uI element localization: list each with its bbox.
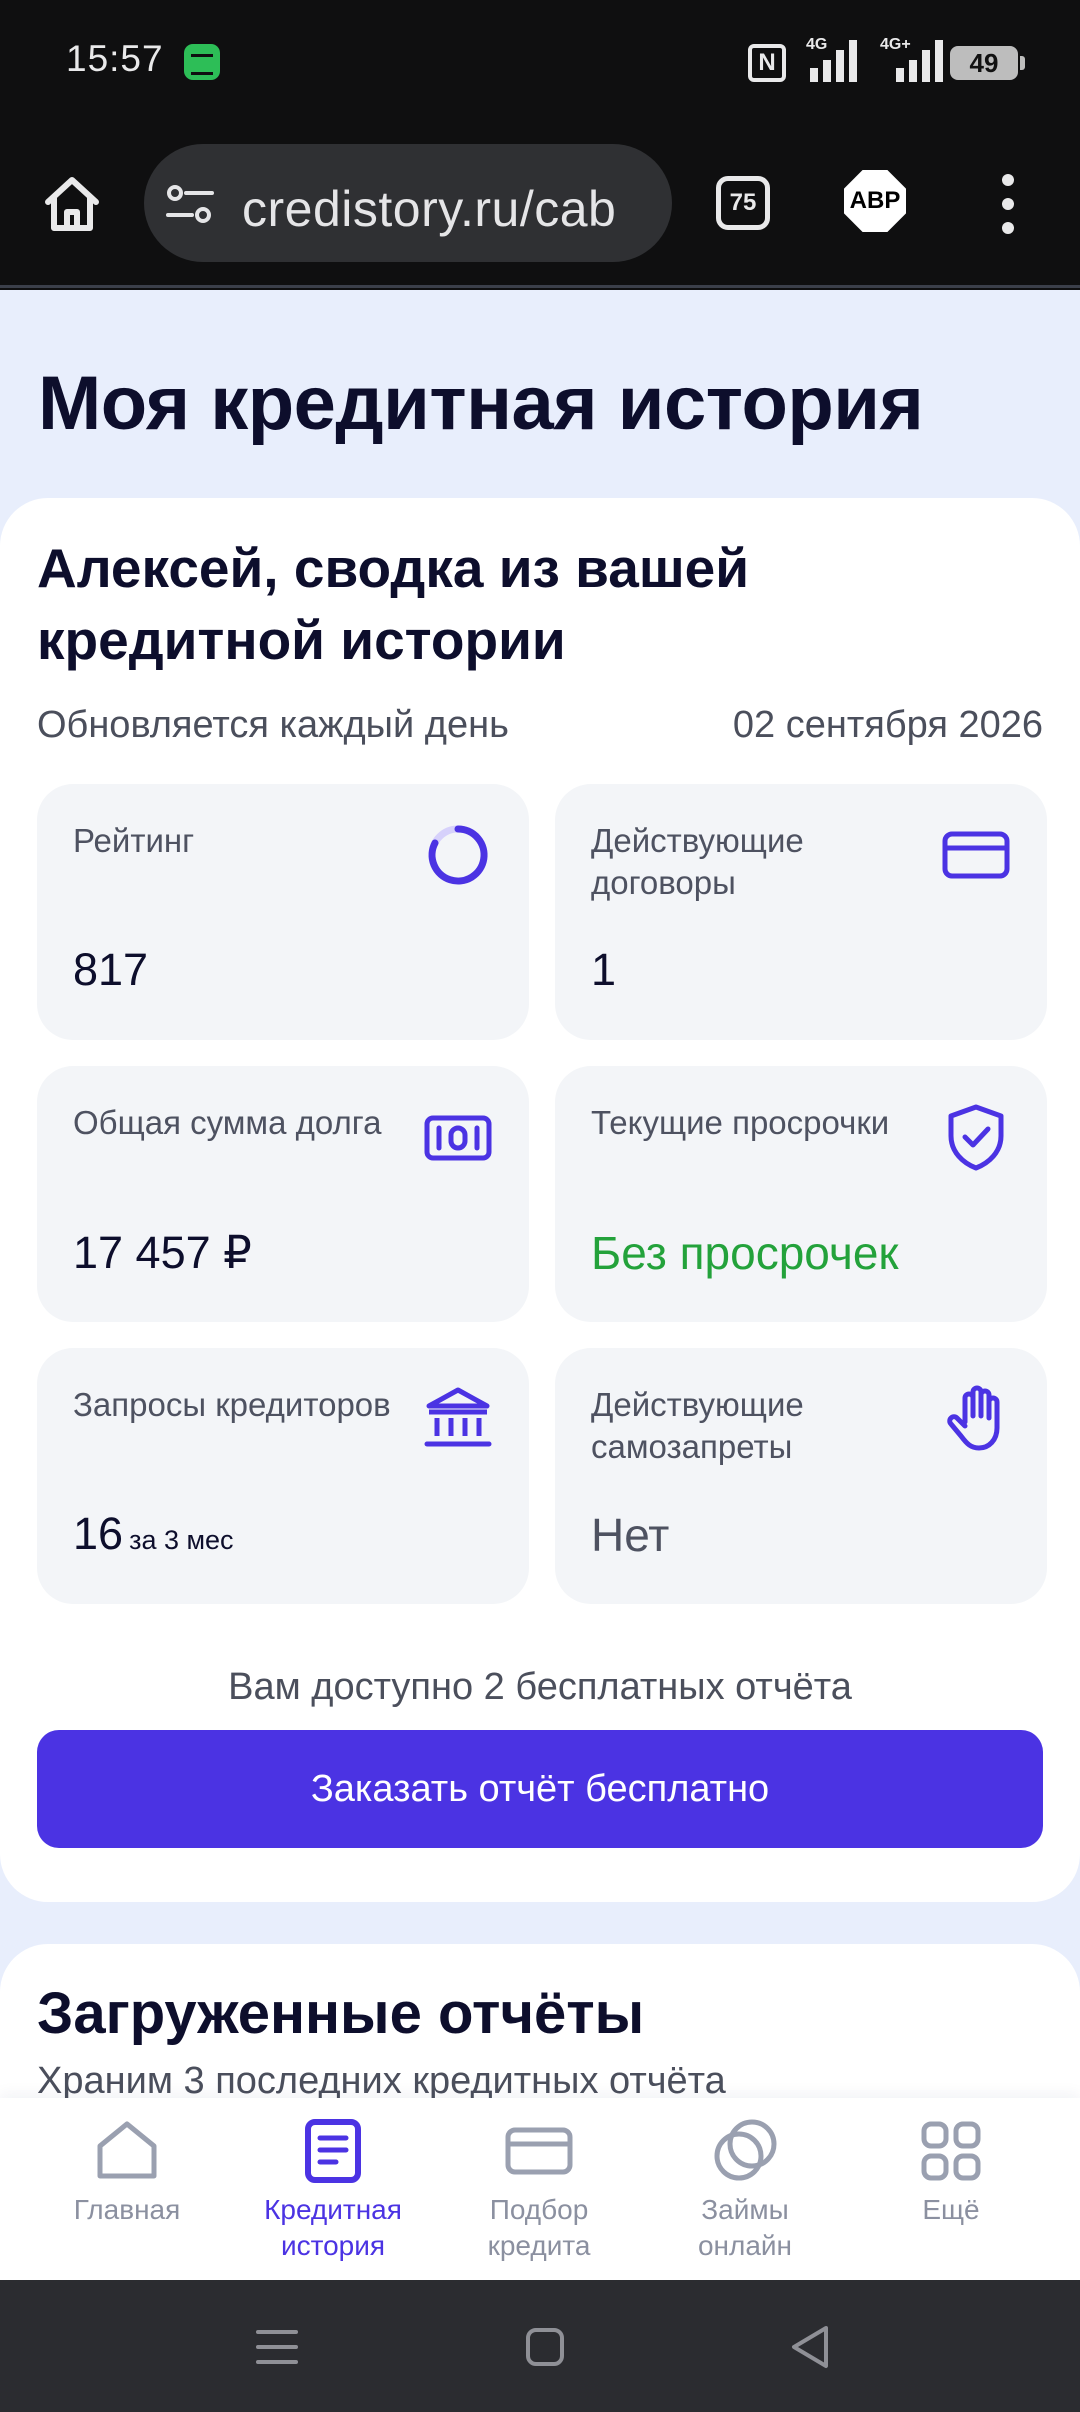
- site-settings-icon[interactable]: [166, 184, 214, 224]
- nav-label: Займы онлайн: [697, 2194, 793, 2261]
- uploaded-reports-subtitle: Храним 3 последних кредитных отчёта: [37, 2060, 726, 2102]
- recent-apps-icon[interactable]: [250, 2320, 304, 2374]
- page-title: Моя кредитная история: [38, 361, 924, 446]
- update-note: Обновляется каждый день: [37, 704, 509, 746]
- home-icon[interactable]: [40, 172, 104, 236]
- tile-creditor-requests[interactable]: Запросы кредиторов 16 за 3 мес: [37, 1348, 529, 1604]
- signal-icon-2: [896, 40, 943, 82]
- battery-icon: 49: [950, 46, 1025, 80]
- tile-value: 16 за 3 мес: [73, 1508, 234, 1559]
- address-bar[interactable]: credistory.ru/cab: [144, 144, 672, 262]
- tile-value: 1: [591, 944, 617, 995]
- money-icon: [424, 1115, 492, 1161]
- summary-card: Алексей, сводка из вашей кредитной истор…: [0, 498, 1080, 1902]
- bank-icon: [424, 1387, 492, 1447]
- tile-label: Запросы кредиторов: [73, 1386, 391, 1423]
- nav-item-credit-selection[interactable]: Подбор кредита: [436, 2116, 642, 2276]
- tile-overdue[interactable]: Текущие просрочки Без просрочек: [555, 1066, 1047, 1322]
- page-content: Моя кредитная история Алексей, сводка из…: [0, 290, 1080, 2280]
- coins-icon: [714, 2119, 777, 2181]
- nav-label: Главная: [73, 2194, 181, 2225]
- browser-toolbar: credistory.ru/cab 75 ABP: [0, 128, 1080, 288]
- uploaded-reports-title: Загруженные отчёты: [37, 1981, 645, 2046]
- free-reports-note: Вам доступно 2 бесплатных отчёта: [228, 1666, 852, 1708]
- grid-icon: [921, 2121, 981, 2181]
- nfc-icon: N: [748, 44, 786, 82]
- back-icon[interactable]: [784, 2320, 838, 2374]
- tile-label: Рейтинг: [73, 822, 195, 859]
- nav-label: Ещё: [922, 2194, 980, 2225]
- tile-label: Действующие договоры: [591, 822, 804, 901]
- tile-value: 817: [73, 944, 149, 995]
- rating-ring-icon: [428, 825, 488, 885]
- bottom-navigation: Главная Кредитная история Подбор кредита З…: [0, 2098, 1080, 2280]
- browser-menu-icon[interactable]: [990, 174, 1026, 234]
- signal-icon: [810, 40, 857, 82]
- spotify-icon: [184, 44, 220, 80]
- home-icon: [97, 2121, 157, 2179]
- summary-date: 02 сентября 2026: [732, 704, 1043, 746]
- tile-total-debt[interactable]: Общая сумма долга 17 457 ₽: [37, 1066, 529, 1322]
- nav-label: Подбор кредита: [487, 2194, 591, 2261]
- home-button-icon[interactable]: [518, 2320, 572, 2374]
- tile-value: Нет: [591, 1509, 670, 1561]
- adblock-icon[interactable]: ABP: [844, 170, 906, 232]
- tile-contracts[interactable]: Действующие договоры 1: [555, 784, 1047, 1040]
- card-icon: [505, 2127, 573, 2175]
- tile-label: Общая сумма долга: [73, 1104, 382, 1141]
- tile-value: 17 457 ₽: [73, 1227, 252, 1278]
- tile-value-suffix: за 3 мес: [129, 1525, 234, 1555]
- nav-item-online-loans[interactable]: Займы онлайн: [642, 2116, 848, 2276]
- order-report-button[interactable]: Заказать отчёт бесплатно: [37, 1730, 1043, 1848]
- card-icon: [942, 831, 1010, 879]
- nav-item-more[interactable]: Ещё: [848, 2116, 1054, 2276]
- shield-check-icon: [948, 1104, 1004, 1171]
- hand-stop-icon: [947, 1385, 1000, 1451]
- system-navigation-bar: [0, 2280, 1080, 2412]
- nav-label: Кредитная история: [264, 2194, 402, 2261]
- status-time: 15:57: [66, 38, 164, 79]
- nav-item-credit-history[interactable]: Кредитная история: [230, 2116, 436, 2276]
- tile-label: Текущие просрочки: [591, 1104, 890, 1141]
- tile-label: Действующие самозапреты: [591, 1386, 804, 1465]
- tile-self-bans[interactable]: Действующие самозапреты Нет: [555, 1348, 1047, 1604]
- tile-value: Без просрочек: [591, 1227, 899, 1279]
- nav-item-home[interactable]: Главная: [24, 2116, 230, 2276]
- summary-title: Алексей, сводка из вашей кредитной истор…: [37, 537, 750, 671]
- tab-switcher-button[interactable]: 75: [716, 176, 770, 230]
- tile-rating[interactable]: Рейтинг 817: [37, 784, 529, 1040]
- status-bar: 15:57 N 4G 4G+ 49: [0, 0, 1080, 128]
- url-text[interactable]: credistory.ru/cab: [242, 180, 616, 238]
- document-icon: [305, 2119, 361, 2183]
